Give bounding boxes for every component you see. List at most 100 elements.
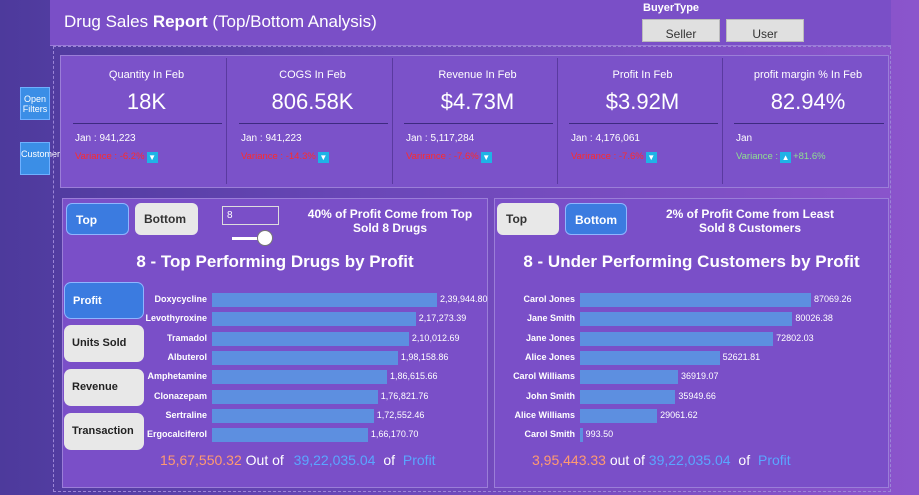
title-bold: Report (152, 12, 208, 31)
customer-bar[interactable] (580, 293, 811, 307)
drug-bar-value: 2,10,012.69 (411, 332, 460, 343)
customer-bar-label: John Smith (526, 390, 575, 401)
drug-bar-label: Clonazepam (153, 390, 207, 401)
customer-bar[interactable] (580, 350, 720, 365)
kpi-quantity: Quantity In Feb 18K Jan : 941,223 Varian… (67, 58, 227, 184)
left-chart-title: 8 - Top Performing Drugs by Profit (136, 252, 414, 271)
drug-bar-value: 2,17,273.39 (418, 313, 467, 324)
customer-bar[interactable] (580, 428, 583, 443)
drug-bar-label: Levothyroxine (145, 313, 207, 324)
customer-bar-label: Carol Williams (513, 371, 575, 382)
drug-bar[interactable] (212, 331, 409, 346)
n-slider-handle[interactable] (257, 230, 273, 246)
title-suffix: (Top/Bottom Analysis) (207, 12, 377, 31)
kpi-variance-text: Variance : -6.2% (75, 151, 145, 162)
customer-bar-label: Jane Smith (526, 313, 575, 324)
customer-bar-label: Carol Smith (524, 429, 575, 440)
kpi-jan: Jan (736, 133, 753, 144)
kpi-variance: Variance : -6.2% ▼ (75, 151, 160, 163)
right-top-toggle-button[interactable]: Top (497, 203, 559, 235)
customer-bar-value: 80026.38 (795, 313, 833, 324)
drug-bar[interactable] (212, 312, 416, 327)
left-footer-measure: Profit (402, 452, 436, 468)
down-arrow-icon: ▼ (146, 152, 158, 163)
kpi-jan: Jan : 941,223 (75, 133, 136, 144)
kpi-divider (404, 123, 553, 124)
kpi-variance: Varirance : -7.6% ▼ (571, 151, 659, 163)
kpi-variance-value: +81.6% (793, 151, 826, 162)
customer-bar-value: 35949.66 (678, 390, 716, 401)
kpi-profit: Profit In Feb $3.92M Jan : 4,176,061 Var… (563, 58, 723, 184)
kpi-variance: Variance : ▲ +81.6% (736, 151, 826, 163)
drug-bar[interactable] (212, 389, 378, 404)
kpi-variance-text: Varirance : -7.6% (571, 151, 644, 162)
kpi-label: Quantity In Feb (108, 69, 185, 81)
customer-bar-value: 29061.62 (660, 409, 698, 420)
kpi-value: $3.92M (605, 89, 680, 114)
customer-bar[interactable] (580, 370, 678, 385)
kpi-variance-text: Varirance : -7.6% (406, 151, 479, 162)
kpi-variance-text: Variance : -14.3% (241, 151, 316, 162)
kpi-value: $4.73M (440, 89, 515, 114)
down-arrow-icon: ▼ (317, 152, 329, 163)
drug-bar-value: 1,86,615.66 (389, 371, 438, 382)
kpi-divider (734, 123, 884, 124)
customer-bar[interactable] (580, 312, 793, 327)
drug-bar-label: Sertraline (165, 409, 207, 420)
drug-bar-label: Amphetamine (147, 371, 207, 382)
customer-bar[interactable] (580, 389, 676, 404)
kpi-jan: Jan : 941,223 (241, 133, 302, 144)
customer-bar-value: 72802.03 (776, 332, 814, 343)
kpi-divider (569, 123, 718, 124)
customer-bar-value: 993.50 (585, 429, 614, 440)
drug-bar[interactable] (212, 293, 437, 307)
kpi-divider (239, 123, 388, 124)
drug-bar-value: 1,76,821.76 (380, 390, 429, 401)
kpi-variance-label: Variance : (736, 151, 779, 162)
right-panel-note: 2% of Profit Come from Least Sold 8 Cust… (665, 207, 835, 235)
drug-bar-label: Tramadol (166, 332, 207, 343)
right-chart-title: 8 - Under Performing Customers by Profit (523, 252, 860, 271)
kpi-label: Revenue In Feb (438, 69, 517, 81)
top-toggle-button[interactable]: Top (66, 203, 129, 235)
customer-bar[interactable] (580, 331, 774, 346)
right-bottom-toggle-button[interactable]: Bottom (565, 203, 627, 235)
customer-bar-value: 36919.07 (680, 371, 719, 382)
drug-bar-label: Albuterol (167, 351, 208, 362)
drug-bar[interactable] (212, 408, 374, 423)
kpi-label: COGS In Feb (279, 69, 346, 81)
customer-bar-label: Jane Jones (525, 332, 575, 343)
left-footer-outof: Out of (245, 452, 284, 468)
customer-bar-value: 52621.81 (722, 351, 761, 362)
buyer-user-button[interactable]: User (726, 19, 804, 42)
title-prefix: Drug Sales (64, 12, 153, 31)
up-arrow-icon: ▲ (780, 152, 792, 163)
buyer-seller-button[interactable]: Seller (642, 19, 720, 42)
kpi-jan: Jan : 4,176,061 (571, 133, 640, 144)
left-panel-note: 40% of Profit Come from Top Sold 8 Drugs (307, 207, 473, 235)
drug-bar[interactable] (212, 428, 368, 443)
left-footer-total: 39,22,035.04 (293, 452, 376, 468)
drug-bar[interactable] (212, 350, 398, 365)
kpi-value: 82.94% (770, 89, 846, 114)
drug-bar[interactable] (212, 370, 387, 385)
kpi-variance: Varirance : -7.6% ▼ (406, 151, 494, 163)
drug-bar-label: Ergocalciferol (146, 429, 207, 440)
left-footer-amount: 15,67,550.32 (160, 452, 242, 468)
down-arrow-icon: ▼ (480, 152, 492, 163)
right-footer: 3,95,443.33 out of 39,22,035.04 of Profi… (532, 452, 791, 468)
customer-bar[interactable] (580, 408, 658, 423)
right-footer-measure: Profit (758, 452, 791, 468)
kpi-variance: Variance : -14.3% ▼ (241, 151, 331, 163)
open-filters-button[interactable]: Open Filters (20, 87, 50, 120)
right-footer-amount: 3,95,443.33 (532, 452, 606, 468)
n-value-input[interactable]: 8 (222, 206, 279, 225)
customer-bar-label: Alice Williams (514, 409, 575, 420)
left-footer-of: of (383, 452, 395, 468)
kpi-label: Profit In Feb (612, 69, 673, 81)
drug-bar-value: 1,98,158.86 (400, 351, 449, 362)
customer-button[interactable]: Customer (20, 142, 60, 175)
bottom-toggle-button[interactable]: Bottom (135, 203, 198, 235)
right-footer-outof: out of (609, 452, 645, 468)
customer-bar-label: Carol Jones (523, 294, 575, 304)
